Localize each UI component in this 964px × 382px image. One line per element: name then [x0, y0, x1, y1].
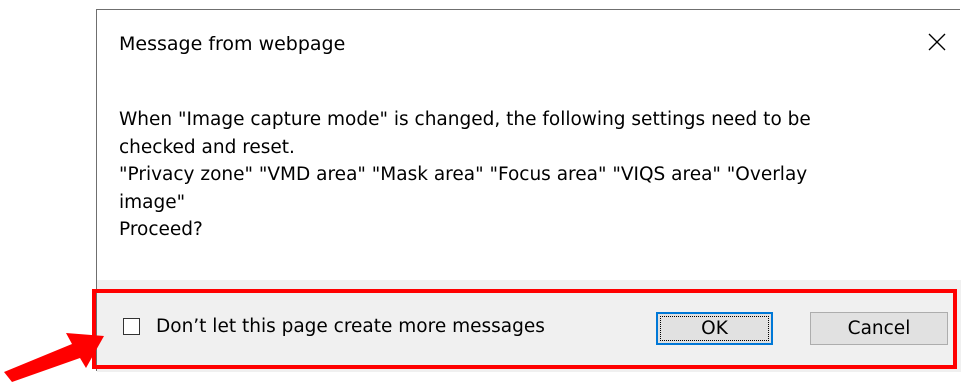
message-line: "Privacy zone" "VMD area" "Mask area" "F… [119, 164, 808, 185]
dialog-footer: Don’t let this page create more messages… [97, 280, 961, 372]
message-line: checked and reset. [119, 136, 295, 158]
suppress-messages-checkbox[interactable] [123, 318, 140, 335]
dialog-titlebar: Message from webpage [97, 10, 960, 78]
dialog-title: Message from webpage [119, 33, 346, 55]
message-line: When "Image capture mode" is changed, th… [119, 109, 811, 130]
cancel-button-label: Cancel [847, 318, 911, 339]
message-line: Proceed? [119, 219, 203, 240]
red-arrow-icon [4, 333, 104, 382]
suppress-messages-label: Don’t let this page create more messages [156, 316, 545, 337]
dialog-message: When "Image capture mode" is changed, th… [119, 106, 939, 244]
close-icon [928, 33, 946, 51]
ok-button[interactable]: OK [656, 312, 773, 345]
close-button[interactable] [914, 20, 960, 64]
cancel-button[interactable]: Cancel [810, 312, 948, 345]
message-line: image" [119, 191, 186, 213]
ok-button-label: OK [701, 318, 728, 339]
message-dialog: Message from webpage When "Image capture… [96, 9, 961, 372]
suppress-messages-option[interactable]: Don’t let this page create more messages [123, 316, 545, 337]
screenshot-stage: Message from webpage When "Image capture… [0, 0, 964, 382]
